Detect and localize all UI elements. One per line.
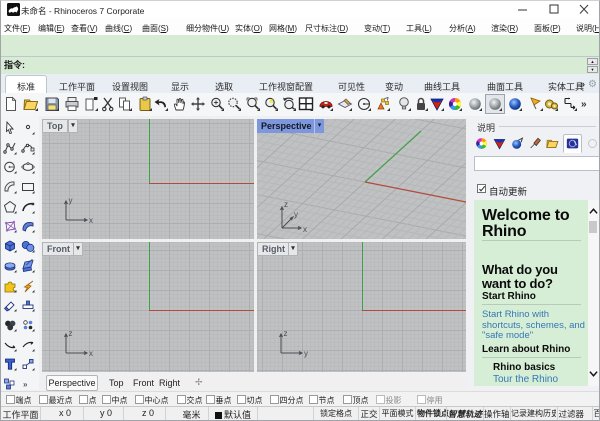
svg-text:x: x	[89, 349, 93, 358]
svg-text:y: y	[69, 196, 73, 205]
svg-text:»: »	[23, 380, 28, 389]
svg-text:y: y	[304, 349, 308, 358]
svg-text:x: x	[303, 225, 307, 234]
svg-text:z: z	[284, 200, 288, 209]
svg-text:y: y	[294, 210, 298, 219]
svg-text:z: z	[284, 329, 288, 338]
svg-text:z: z	[69, 329, 73, 338]
svg-text:x: x	[89, 216, 93, 225]
